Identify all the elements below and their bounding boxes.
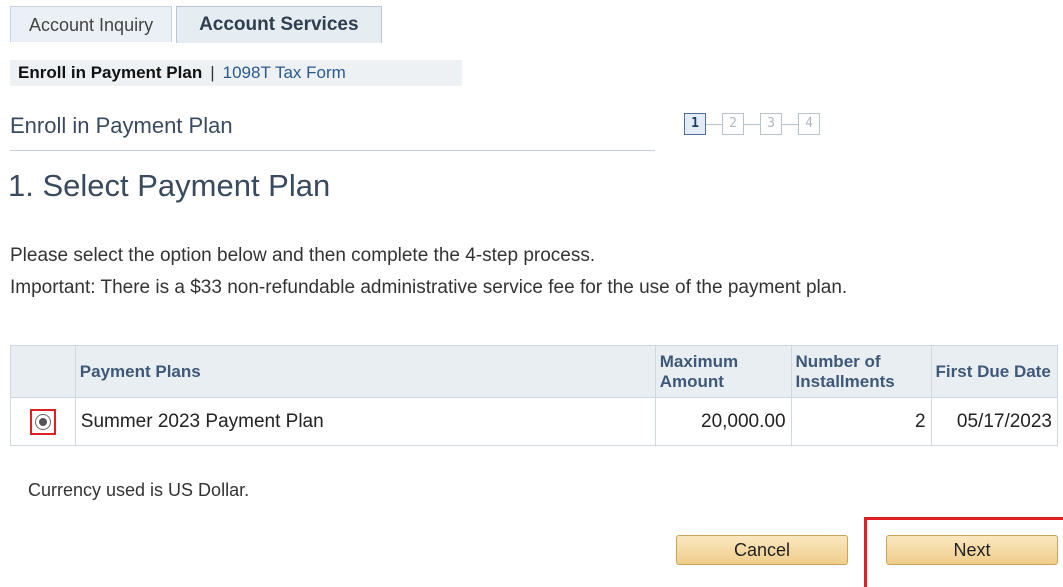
header-maximum-amount: Maximum Amount — [654, 345, 792, 398]
tab-bar: Account Inquiry Account Services — [10, 6, 386, 43]
max-amount-cell: 20,000.00 — [654, 397, 792, 446]
title-divider — [10, 150, 655, 151]
currency-note: Currency used is US Dollar. — [28, 480, 250, 500]
page-title: Enroll in Payment Plan — [10, 113, 233, 138]
step-indicator: 1 2 3 4 — [684, 113, 820, 135]
header-first-due-date: First Due Date — [930, 345, 1059, 398]
first-due-date-cell: 05/17/2023 — [930, 397, 1059, 446]
tab-account-inquiry[interactable]: Account Inquiry — [10, 6, 173, 42]
section-heading: 1. Select Payment Plan — [8, 168, 331, 203]
subnav-separator: | — [210, 63, 215, 82]
cancel-button[interactable]: Cancel — [676, 535, 848, 565]
fee-notice: Important: There is a $33 non-refundable… — [10, 277, 848, 298]
select-cell — [10, 397, 76, 446]
subnav-current-enroll: Enroll in Payment Plan — [18, 63, 203, 82]
step-4: 4 — [798, 113, 820, 135]
table-header-row: Payment Plans Maximum Amount Number of I… — [10, 345, 1059, 398]
table-row: Summer 2023 Payment Plan 20,000.00 2 05/… — [10, 397, 1059, 446]
next-button[interactable]: Next — [886, 535, 1058, 565]
tab-account-services[interactable]: Account Services — [176, 6, 382, 43]
installments-cell: 2 — [790, 397, 932, 446]
plan-radio-button[interactable] — [34, 413, 51, 430]
header-payment-plans: Payment Plans — [74, 345, 656, 398]
payment-plans-table: Payment Plans Maximum Amount Number of I… — [10, 345, 1059, 446]
step-1: 1 — [684, 113, 706, 135]
step-connector — [706, 123, 722, 125]
sub-navigation: Enroll in Payment Plan | 1098T Tax Form — [10, 60, 462, 86]
step-connector — [782, 123, 798, 125]
plan-name-cell: Summer 2023 Payment Plan — [74, 397, 656, 446]
instruction-text: Please select the option below and then … — [10, 245, 596, 266]
step-connector — [744, 123, 760, 125]
step-3: 3 — [760, 113, 782, 135]
plan-radio-highlight[interactable] — [29, 408, 56, 435]
header-number-of-installments: Number of Installments — [790, 345, 932, 398]
subnav-link-1098t[interactable]: 1098T Tax Form — [223, 63, 346, 82]
select-column-header — [10, 345, 76, 398]
step-2: 2 — [722, 113, 744, 135]
